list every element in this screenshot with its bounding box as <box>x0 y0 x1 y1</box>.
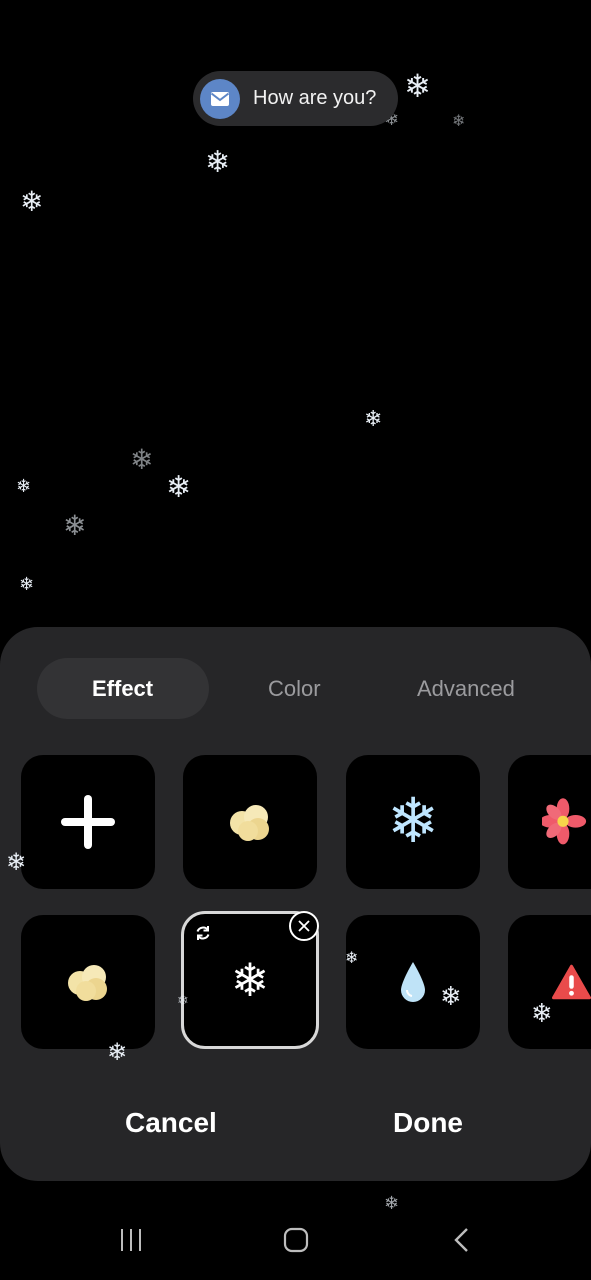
snowflake-icon: ❄ <box>63 510 87 541</box>
snowflake-icon: ❄ <box>6 849 27 876</box>
flower-effect-tile[interactable] <box>508 755 591 889</box>
snowflake-icon: ❄ <box>20 186 44 217</box>
snowflake-icon: ❄ <box>387 787 439 856</box>
exclamation-icon <box>552 964 591 1000</box>
popcorn-effect-tile[interactable] <box>183 755 317 889</box>
tab-effect[interactable]: Effect <box>92 676 153 702</box>
water-drop-icon <box>401 962 425 1002</box>
toast-text: How are you? <box>253 87 377 109</box>
snowflake-icon: ❄ <box>452 113 466 130</box>
snowflake-icon: ❄ <box>205 146 231 179</box>
add-effect-tile[interactable] <box>21 755 155 889</box>
back-icon[interactable] <box>452 1227 472 1253</box>
popcorn-icon <box>230 805 269 841</box>
plus-icon <box>61 795 115 849</box>
snowflake-icon: ❄ <box>230 954 270 1006</box>
refresh-icon[interactable] <box>194 924 212 942</box>
snowflake-icon: ❄ <box>345 950 359 967</box>
snowflake-icon: ❄ <box>19 574 35 594</box>
navigation-bar <box>0 1205 591 1280</box>
notification-toast[interactable]: How are you? <box>193 71 398 126</box>
flower-icon <box>542 798 587 845</box>
snowflake-icon: ❄ <box>130 444 154 475</box>
exclamation-effect-tile[interactable] <box>508 915 591 1049</box>
tab-advanced[interactable]: Advanced <box>417 676 515 702</box>
snowflake-icon: ❄ <box>531 998 553 1028</box>
home-icon[interactable] <box>283 1227 309 1253</box>
snowflake-blue-effect-tile[interactable]: ❄ <box>346 755 480 889</box>
done-button[interactable]: Done <box>393 1107 463 1139</box>
recents-icon[interactable] <box>118 1227 144 1253</box>
cancel-button[interactable]: Cancel <box>125 1107 217 1139</box>
snowflake-icon: ❄ <box>364 406 383 431</box>
tab-color[interactable]: Color <box>268 676 321 702</box>
snowflake-icon: ❄ <box>404 68 431 104</box>
snowflake-icon: ❄ <box>440 981 462 1011</box>
mail-icon <box>200 78 240 119</box>
snowflake-icon: ❄ <box>166 471 192 504</box>
remove-effect-button[interactable] <box>289 911 319 941</box>
effect-picker-sheet: Effect Color Advanced ❄ ❄ ❄ ❄ ❄ ❄ ❄ ❄ Ca… <box>0 627 591 1181</box>
popcorn-effect-tile-2[interactable] <box>21 915 155 1049</box>
snowflake-icon: ❄ <box>107 1039 128 1066</box>
close-icon <box>298 920 310 932</box>
popcorn-icon <box>68 965 107 1001</box>
snowflake-icon: ❄ <box>16 476 32 496</box>
snowflake-icon: ❄ <box>177 992 189 1008</box>
